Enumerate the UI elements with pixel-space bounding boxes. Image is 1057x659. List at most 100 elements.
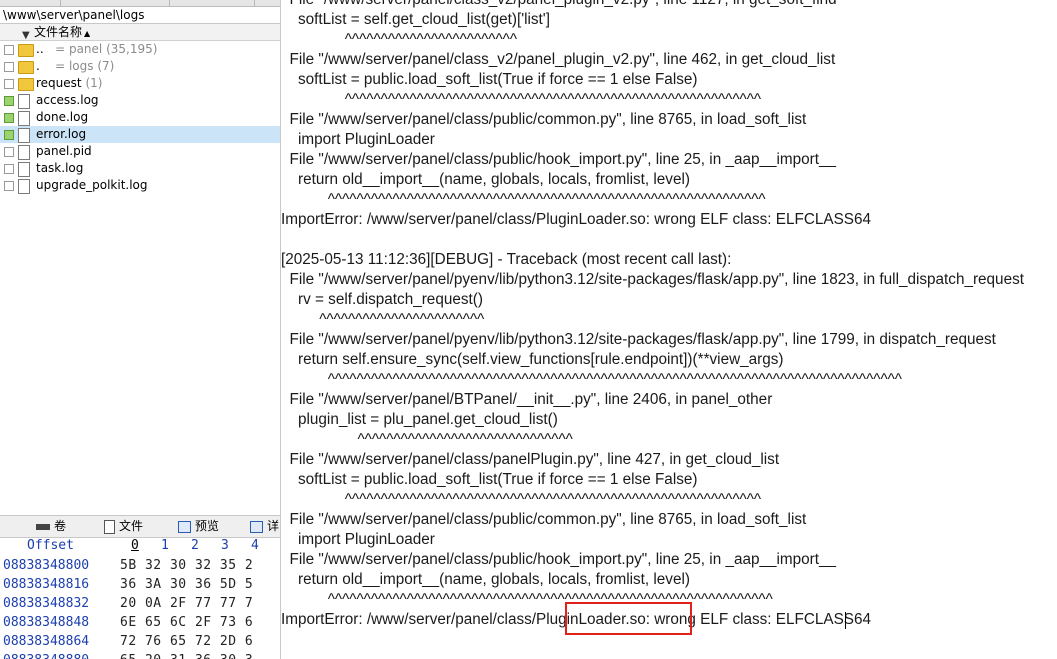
file-explorer-panel: \www\server\panel\logs ▼ 文件名称 ▲ .. = pane… bbox=[0, 0, 281, 659]
item-count: (7) bbox=[97, 59, 115, 73]
checkbox[interactable] bbox=[4, 62, 14, 72]
checkbox[interactable] bbox=[4, 96, 14, 106]
hex-bytes: 72 76 65 72 2D 6 bbox=[120, 634, 254, 649]
checkbox[interactable] bbox=[4, 79, 14, 89]
list-item[interactable]: access.log bbox=[0, 92, 280, 109]
tab-label: 卷 bbox=[54, 519, 67, 533]
log-line: File "/www/server/panel/pyenv/lib/python… bbox=[281, 331, 996, 348]
file-icon bbox=[18, 94, 30, 109]
log-line: ^^^^^^^^^^^^^^^^^^^^^^^^^^^^^^^^^^^^^^^^… bbox=[281, 371, 902, 388]
hex-column: 3 bbox=[221, 538, 229, 553]
item-count: (1) bbox=[85, 76, 103, 90]
text-cursor bbox=[845, 612, 846, 629]
log-line: File "/www/server/panel/class_v2/panel_p… bbox=[281, 51, 836, 68]
hex-bytes: 20 0A 2F 77 77 7 bbox=[120, 596, 254, 611]
list-item[interactable]: task.log bbox=[0, 160, 280, 177]
log-line: File "/www/server/panel/BTPanel/__init__… bbox=[281, 391, 773, 408]
list-item-selected[interactable]: error.log bbox=[0, 126, 280, 143]
item-name: .. bbox=[36, 42, 44, 56]
log-line: return old__import__(name, globals, loca… bbox=[281, 171, 690, 188]
log-line: [2025-05-13 11:12:36][DEBUG] - Traceback… bbox=[281, 251, 732, 268]
hex-offset: 08838348848 bbox=[3, 615, 90, 630]
log-line: ImportError: /www/server/panel/class/Plu… bbox=[281, 211, 872, 228]
checkbox[interactable] bbox=[4, 147, 14, 157]
hex-offset: 08838348800 bbox=[3, 558, 90, 573]
file-icon bbox=[18, 111, 30, 126]
column-header-filename[interactable]: ▼ 文件名称 ▲ bbox=[0, 24, 280, 41]
checkbox[interactable] bbox=[4, 45, 14, 55]
hex-row[interactable]: 08838348816 36 3A 30 36 5D 5 bbox=[0, 575, 280, 594]
folder-icon bbox=[18, 78, 34, 91]
sort-ascending-icon: ▲ bbox=[84, 29, 91, 38]
hex-offset: 08838348816 bbox=[3, 577, 90, 592]
hex-column: 0 bbox=[131, 538, 139, 553]
hex-bytes: 6E 65 6C 2F 73 6 bbox=[120, 615, 254, 630]
hex-bytes: 5B 32 30 32 35 2 bbox=[120, 558, 254, 573]
highlight-annotation-box bbox=[565, 602, 692, 635]
item-name: access.log bbox=[36, 93, 99, 107]
log-line: import PluginLoader bbox=[281, 531, 435, 548]
hex-column: 2 bbox=[191, 538, 199, 553]
log-line: ^^^^^^^^^^^^^^^^^^^^^^^^^^^^^^^^^^^^^^^^… bbox=[281, 591, 773, 608]
list-item[interactable]: . = logs (7) bbox=[0, 58, 280, 75]
log-line: File "/www/server/panel/class_v2/panel_p… bbox=[281, 0, 836, 10]
file-icon bbox=[18, 145, 30, 160]
folder-icon bbox=[18, 44, 34, 57]
hex-tab-bar: 卷 文件 预览 详 bbox=[0, 515, 280, 538]
hex-row[interactable]: 08838348880 65 20 31 36 30 3 bbox=[0, 651, 280, 659]
offset-label: Offset bbox=[27, 538, 74, 553]
tab-label: 预览 bbox=[195, 519, 220, 533]
hex-row[interactable]: 08838348864 72 76 65 72 2D 6 bbox=[0, 632, 280, 651]
hex-row[interactable]: 08838348848 6E 65 6C 2F 73 6 bbox=[0, 613, 280, 632]
log-line: import PluginLoader bbox=[281, 131, 435, 148]
tab-volume[interactable]: 卷 bbox=[36, 516, 66, 537]
checkbox[interactable] bbox=[4, 181, 14, 191]
log-line: rv = self.dispatch_request() bbox=[281, 291, 483, 308]
file-icon bbox=[18, 128, 30, 143]
list-item[interactable]: done.log bbox=[0, 109, 280, 126]
item-name: error.log bbox=[36, 127, 87, 141]
item-target: = logs bbox=[55, 59, 94, 73]
item-name: upgrade_polkit.log bbox=[36, 178, 148, 192]
hex-row[interactable]: 08838348800 5B 32 30 32 35 2 bbox=[0, 556, 280, 575]
file-icon bbox=[18, 179, 30, 194]
item-name: panel.pid bbox=[36, 144, 92, 158]
checkbox[interactable] bbox=[4, 130, 14, 140]
log-line: ^^^^^^^^^^^^^^^^^^^^^^^^ bbox=[281, 31, 518, 48]
file-icon bbox=[104, 519, 115, 534]
log-line: ^^^^^^^^^^^^^^^^^^^^^^^^^^^^^^ bbox=[281, 431, 573, 448]
hex-column: 4 bbox=[251, 538, 259, 553]
hex-rows: 08838348800 5B 32 30 32 35 2 08838348816 3… bbox=[0, 556, 280, 659]
log-line: plugin_list = plu_panel.get_cloud_list() bbox=[281, 411, 558, 428]
checkbox[interactable] bbox=[4, 113, 14, 123]
hex-row[interactable]: 08838348832 20 0A 2F 77 77 7 bbox=[0, 594, 280, 613]
log-line: return self.ensure_sync(self.view_functi… bbox=[281, 351, 784, 368]
log-text-view[interactable]: File "/www/server/panel/class_v2/panel_p… bbox=[281, 0, 1057, 659]
tab-preview[interactable]: 预览 bbox=[178, 516, 219, 537]
hex-header: Offset 0 1 2 3 4 bbox=[0, 537, 280, 554]
log-line: File "/www/server/panel/class/panelPlugi… bbox=[281, 451, 780, 468]
log-line: ^^^^^^^^^^^^^^^^^^^^^^^^^^^^^^^^^^^^^^^^… bbox=[281, 191, 766, 208]
tab-file[interactable]: 文件 bbox=[104, 516, 143, 537]
item-count: (35,195) bbox=[106, 42, 158, 56]
tab-label: 详 bbox=[267, 519, 280, 533]
preview-icon bbox=[178, 520, 191, 533]
checkbox[interactable] bbox=[4, 164, 14, 174]
hex-offset: 08838348864 bbox=[3, 634, 90, 649]
list-item[interactable]: panel.pid bbox=[0, 143, 280, 160]
log-line: File "/www/server/panel/class/public/hoo… bbox=[281, 551, 837, 568]
tab-details[interactable]: 详 bbox=[250, 516, 279, 537]
current-path[interactable]: \www\server\panel\logs bbox=[0, 7, 280, 24]
log-line: softList = public.load_soft_list(True if… bbox=[281, 71, 698, 88]
log-line: ^^^^^^^^^^^^^^^^^^^^^^^^^^^^^^^^^^^^^^^^… bbox=[281, 491, 762, 508]
tab-label: 文件 bbox=[119, 519, 144, 533]
list-item[interactable]: request (1) bbox=[0, 75, 280, 92]
item-name: task.log bbox=[36, 161, 84, 175]
list-item[interactable]: .. = panel (35,195) bbox=[0, 41, 280, 58]
file-icon bbox=[18, 162, 30, 177]
item-name: . bbox=[36, 59, 40, 73]
volume-icon bbox=[36, 523, 50, 530]
column-header-label: 文件名称 bbox=[34, 25, 83, 39]
list-item[interactable]: upgrade_polkit.log bbox=[0, 177, 280, 194]
log-line: ^^^^^^^^^^^^^^^^^^^^^^^^^^^^^^^^^^^^^^^^… bbox=[281, 91, 762, 108]
